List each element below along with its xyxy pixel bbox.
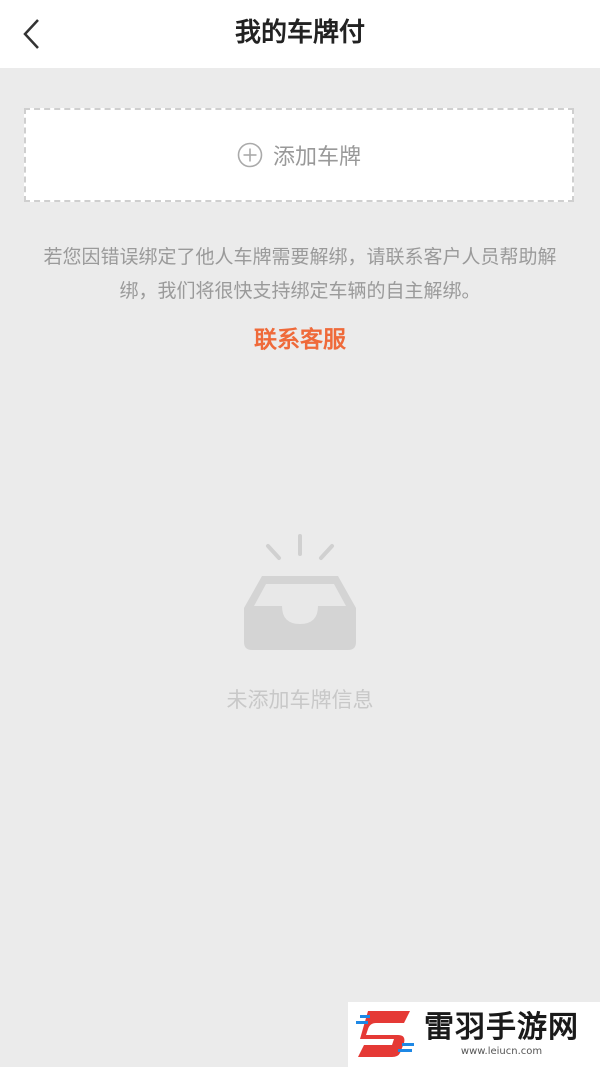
plus-circle-icon [237,142,263,168]
watermark-name: 雷羽手游网 [424,1009,579,1045]
unbind-notice: 若您因错误绑定了他人车牌需要解绑，请联系客户人员帮助解绑，我们将很快支持绑定车辆… [43,246,557,302]
watermark-logo-icon [354,1005,418,1065]
page-title: 我的车牌付 [234,18,365,48]
add-plate-button[interactable]: 添加车牌 [24,108,574,202]
empty-inbox-icon [240,532,360,660]
navigation-bar: 我的车牌付 [0,0,600,68]
empty-state-text: 未添加车牌信息 [226,688,374,712]
watermark: 雷羽手游网 www.leiucn.com [348,1002,600,1067]
add-plate-label: 添加车牌 [272,145,361,170]
watermark-url: www.leiucn.com [460,1045,543,1057]
contact-service-link[interactable]: 联系客服 [0,320,600,360]
